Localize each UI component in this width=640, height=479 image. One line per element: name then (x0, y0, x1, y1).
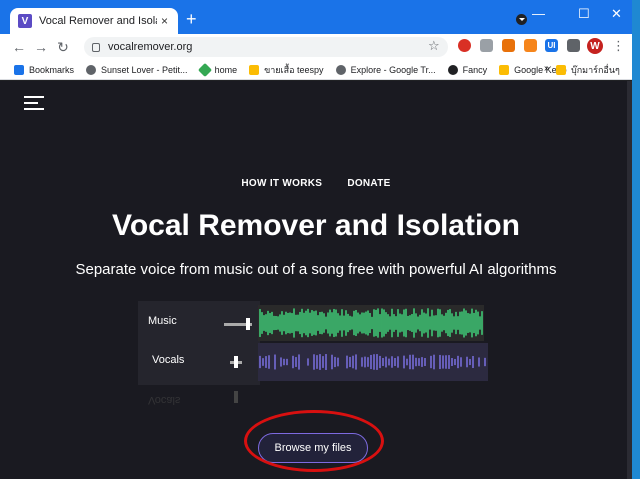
music-volume-slider (224, 318, 252, 330)
maximize-button[interactable]: ☐ (578, 6, 590, 22)
bookmark-label: Explore - Google Tr... (350, 64, 436, 75)
bookmarks-overflow-button[interactable]: » (544, 63, 550, 74)
extension-ui-icon[interactable]: UI (545, 39, 558, 52)
tab-title: Vocal Remover and Isolation [AI] (39, 15, 157, 27)
bookmarks-star-icon (14, 64, 24, 75)
bookmark-label: Sunset Lover - Petit... (101, 64, 188, 75)
bookmark-item[interactable]: ขายเสื้อ teespy (249, 63, 324, 77)
new-tab-button[interactable]: + (186, 10, 197, 28)
globe-icon (335, 64, 346, 75)
lock-icon (92, 42, 100, 52)
browser-tab[interactable]: V Vocal Remover and Isolation [AI] × (10, 8, 178, 34)
music-waveform (258, 305, 484, 341)
globe-icon (86, 64, 97, 75)
bookmark-item[interactable]: Fancy (447, 64, 488, 75)
minimize-button[interactable]: — (532, 6, 545, 21)
page-title: Vocal Remover and Isolation (112, 209, 520, 242)
tab-close-icon[interactable]: × (161, 14, 168, 28)
home-icon (197, 62, 212, 77)
tab-strip: V Vocal Remover and Isolation [AI] × + —… (0, 0, 632, 34)
extension-adblock-icon[interactable] (502, 39, 515, 52)
reflection-knob (234, 391, 238, 403)
vocalremover-favicon-icon: V (18, 14, 32, 28)
nav-donate[interactable]: DONATE (347, 178, 390, 189)
annotation-circle (244, 410, 384, 472)
desktop-edge (632, 0, 640, 479)
track-label-panel: Music Vocals (138, 301, 260, 385)
bookmark-item[interactable]: home (197, 62, 238, 77)
back-button[interactable]: ← (8, 39, 30, 55)
track-reflection: Vocals (148, 394, 181, 406)
bookmark-label: ขายเสื้อ teespy (264, 64, 324, 75)
page-content: HOW IT WORKS DONATE Vocal Remover and Is… (0, 81, 632, 479)
bookmarks-bar: Bookmarks Sunset Lover - Petit... home ข… (0, 60, 632, 80)
bookmark-label: Bookmarks (29, 64, 75, 75)
other-bookmarks[interactable]: บุ๊กมาร์กอื่นๆ (556, 63, 620, 77)
bookmark-label: Fancy (462, 64, 488, 75)
forward-button[interactable]: → (30, 39, 52, 55)
top-nav: HOW IT WORKS DONATE (0, 178, 632, 189)
profile-avatar[interactable]: W (587, 38, 603, 54)
bookmark-item[interactable]: Explore - Google Tr... (335, 64, 436, 75)
metamask-fox-icon[interactable] (524, 39, 537, 52)
close-window-button[interactable]: ✕ (611, 6, 622, 22)
extensions-puzzle-icon[interactable] (567, 39, 580, 52)
bookmark-item[interactable]: Sunset Lover - Petit... (86, 64, 188, 75)
google-keep-icon (499, 64, 510, 75)
browser-toolbar: ← → ↻ vocalremover.org (0, 34, 632, 60)
mixer-illustration: Music Vocals Vocals (138, 301, 488, 421)
browser-window: V Vocal Remover and Isolation [AI] × + —… (0, 0, 632, 479)
bookmark-item[interactable]: Bookmarks (14, 64, 75, 75)
track-label-vocals: Vocals (152, 354, 185, 366)
browser-menu-icon[interactable]: ⋮ (612, 38, 625, 54)
track-label-music: Music (148, 315, 177, 327)
reload-button[interactable]: ↻ (52, 39, 74, 56)
vocals-volume-slider (230, 356, 242, 368)
folder-icon (556, 65, 566, 75)
nav-how-it-works[interactable]: HOW IT WORKS (241, 178, 322, 189)
scrollbar[interactable] (627, 81, 632, 479)
hamburger-menu-icon[interactable] (24, 96, 44, 110)
tab-search-icon[interactable] (516, 14, 527, 25)
bookmark-star-icon[interactable]: ☆ (428, 38, 440, 54)
extension-red-icon[interactable] (458, 39, 471, 52)
vocals-waveform (258, 343, 488, 381)
address-bar[interactable]: vocalremover.org (84, 37, 448, 57)
folder-icon (249, 64, 260, 75)
page-subtitle: Separate voice from music out of a song … (75, 261, 557, 278)
fancy-icon (447, 64, 458, 75)
url-text[interactable]: vocalremover.org (108, 41, 192, 53)
bookmark-label: home (214, 64, 238, 75)
other-bookmarks-label: บุ๊กมาร์กอื่นๆ (571, 65, 620, 75)
extension-shield-icon[interactable] (480, 39, 493, 52)
